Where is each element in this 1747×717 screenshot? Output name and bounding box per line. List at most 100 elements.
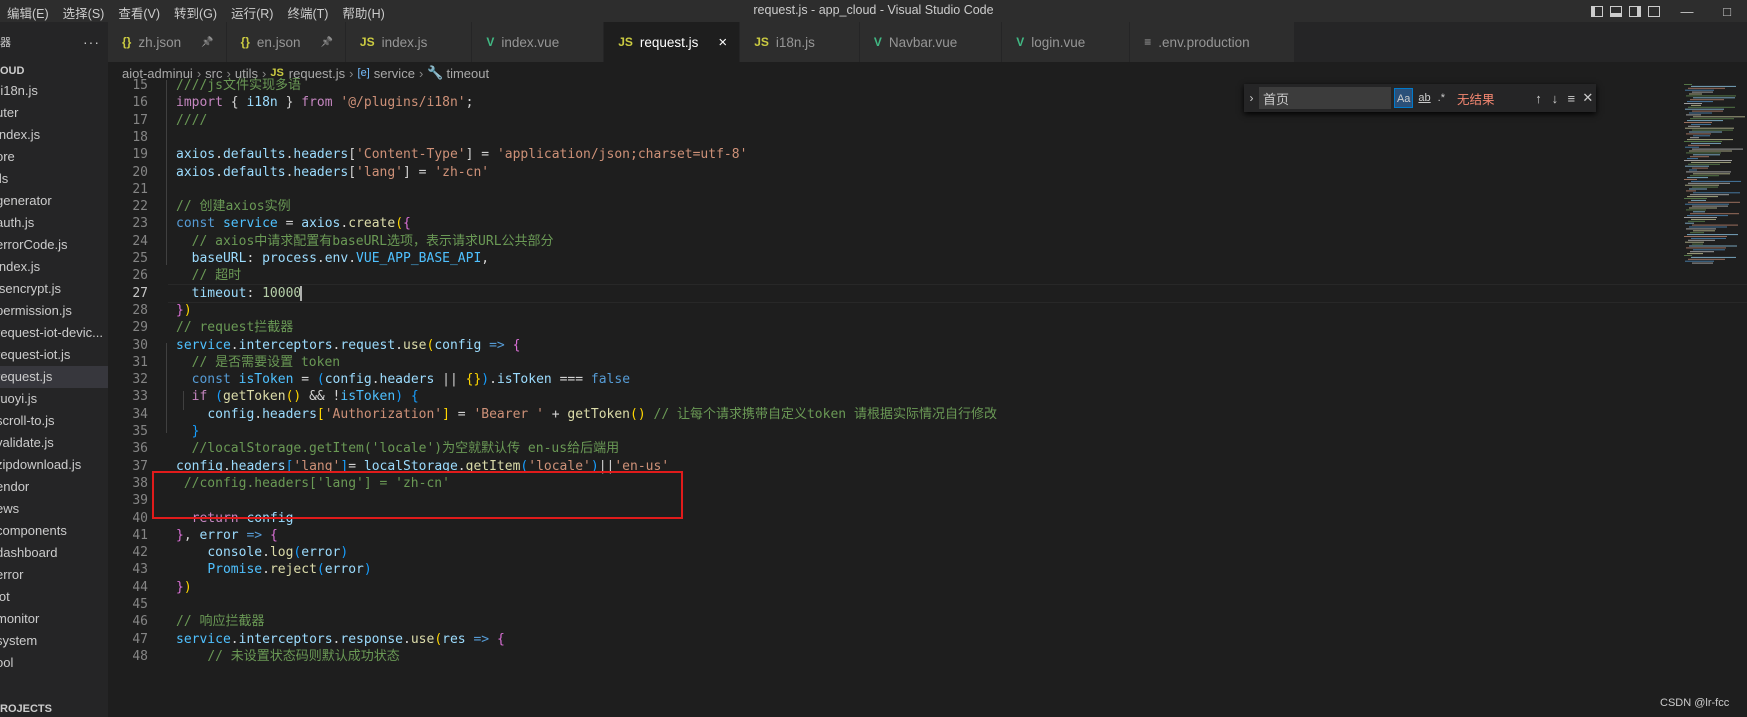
file-tree-item[interactable]: dashboard [0,542,108,564]
file-tree-item[interactable]: permission.js [0,300,108,322]
minimap-line [1693,211,1705,213]
tab-navbar-vue[interactable]: V Navbar.vue [859,22,1003,62]
find-input[interactable] [1258,87,1391,109]
menu-item-0[interactable]: 编辑(E) [0,0,56,22]
workspace-root[interactable]: OUD [0,62,24,80]
tab-label: index.vue [501,34,560,50]
menu-item-4[interactable]: 运行(R) [224,0,280,22]
minimap-line [1687,158,1698,160]
breadcrumb-symbol-timeout[interactable]: timeout [446,66,489,81]
file-tree-item[interactable]: request-iot-devic... [0,322,108,344]
file-type-icon: V [486,35,495,49]
match-whole-word-toggle[interactable]: ab [1416,88,1432,108]
tab-en-json[interactable]: {} en.json 📌 [226,22,346,62]
file-tree-item[interactable]: validate.js [0,432,108,454]
close-tab-icon[interactable]: × [718,34,727,51]
menu-item-5[interactable]: 终端(T) [280,0,335,22]
minimap-line [1684,198,1707,199]
minimize-button[interactable]: — [1667,4,1707,19]
code-line: if (getToken() && !isToken) { [176,387,419,406]
minimap-line [1689,93,1702,95]
code-token: . [254,407,263,422]
file-tree-item[interactable]: auth.js [0,212,108,234]
match-case-toggle[interactable]: Aa [1393,88,1414,108]
toggle-panel-icon[interactable] [1610,5,1622,17]
breadcrumb-separator: › [418,65,424,81]
minimap-line [1686,133,1711,135]
minimap[interactable] [1680,82,1747,282]
menu-item-6[interactable]: 帮助(H) [335,0,391,22]
file-tree-item[interactable]: zipdownload.js [0,454,108,476]
minimap-line [1684,141,1722,142]
file-tree-item[interactable]: uter [0,102,108,124]
toggle-replace-chevron-icon[interactable]: › [1244,91,1259,105]
file-tree-item[interactable]: iot [0,586,108,608]
menu-item-2[interactable]: 查看(V) [111,0,167,22]
code-editor[interactable]: 15////js文件实现多语 16 import { i18n } from '@/… [108,78,1747,717]
file-tree-item[interactable]: index.js [0,256,108,278]
minimap-line [1687,120,1723,122]
file-tree-item[interactable]: ool [0,652,108,674]
file-tree-item[interactable]: scroll-to.js [0,410,108,432]
code-token: //// [176,113,208,128]
code-token: , [183,528,200,543]
find-in-selection-icon[interactable]: ≡ [1563,91,1579,106]
file-tree-item[interactable]: monitor [0,608,108,630]
file-tree-item[interactable]: ore [0,146,108,168]
menu-item-1[interactable]: 选择(S) [56,0,112,22]
file-tree-item[interactable]: components [0,520,108,542]
file-tree-item[interactable]: request.js [0,366,108,388]
file-tree-item[interactable]: ruoyi.js [0,388,108,410]
tab-index-js[interactable]: JS index.js [345,22,473,62]
more-actions-icon[interactable]: ··· [83,34,100,50]
minimap-line [1691,85,1736,87]
file-tree-item[interactable]: error [0,564,108,586]
code-token: defaults [222,147,286,162]
tab-request-js[interactable]: JS request.js × [604,22,741,62]
line-number: 16 [132,95,148,110]
code-line: timeout: 10000 [176,284,303,303]
tab-env-production[interactable]: ≡ .env.production [1130,22,1295,62]
previous-match-icon[interactable]: ↑ [1530,91,1546,106]
minimap-line [1692,262,1713,264]
use-regex-toggle[interactable]: .* [1436,88,1447,108]
file-tree-item[interactable]: request-iot.js [0,344,108,366]
file-tree-item[interactable]: generator [0,190,108,212]
tab-index-vue[interactable]: Vindex.vue [472,22,605,62]
code-token: config [207,407,255,422]
minimap-line [1688,106,1735,108]
layout-toggle-icon[interactable] [1591,5,1603,17]
tab-i18n-js[interactable]: JS i18n.js [740,22,860,62]
code-token: === [551,372,591,387]
pin-icon[interactable]: 📌 [201,37,213,48]
file-tree-item[interactable]: jsencrypt.js [0,278,108,300]
pin-icon[interactable]: 📌 [320,37,332,48]
file-tree-item[interactable]: ils [0,168,108,190]
next-match-icon[interactable]: ↓ [1547,91,1563,106]
file-tree-item[interactable]: system [0,630,108,652]
file-tree-item[interactable]: index.js [0,124,108,146]
menu-item-3[interactable]: 转到(G) [167,0,224,22]
code-token: headers [293,147,349,162]
file-tree-item[interactable]: ews [0,498,108,520]
tab-label: en.json [256,34,301,50]
file-tree-item[interactable]: errorCode.js [0,234,108,256]
close-find-icon[interactable]: ✕ [1580,90,1596,106]
file-tree-item[interactable]: -i18n.js [0,80,108,102]
code-token: . [262,545,270,560]
toggle-secondary-sidebar-icon[interactable] [1629,5,1641,17]
maximize-button[interactable]: □ [1707,4,1747,19]
customize-layout-icon[interactable] [1648,5,1660,17]
file-tree-item[interactable]: endor [0,476,108,498]
breadcrumb-symbol-service[interactable]: service [374,66,415,81]
tab-zh-json[interactable]: {} zh.json 📌 [108,22,227,62]
minimap-line [1685,203,1729,205]
line-number: 46 [132,614,148,629]
minimap-line [1687,196,1718,198]
minimap-line [1688,239,1715,241]
text-cursor [300,286,303,301]
tab-login-vue[interactable]: Vlogin.vue [1002,22,1131,62]
projects-section-header[interactable]: ROJECTS [0,703,52,715]
